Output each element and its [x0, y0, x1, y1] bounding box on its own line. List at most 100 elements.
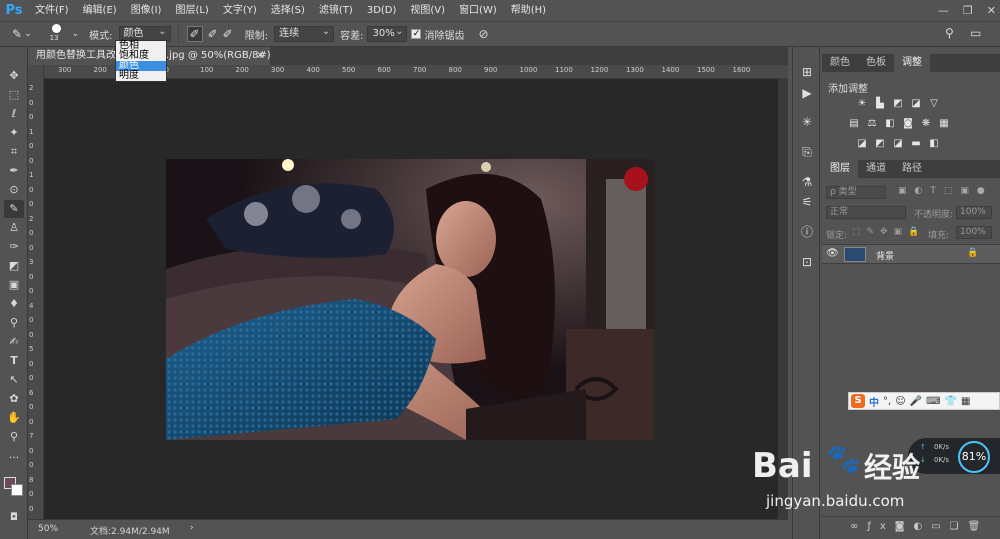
search-icon[interactable]: ⚲	[945, 26, 954, 40]
toolbox-icon[interactable]: ▦	[961, 396, 970, 407]
memory-usage-gauge[interactable]: 81%	[958, 441, 990, 473]
visibility-eye-icon[interactable]: 👁	[826, 248, 839, 259]
clone-source-panel-icon[interactable]: ⎘	[797, 143, 817, 161]
layer-filter-icons[interactable]: ▣◐T⬚▣●	[898, 186, 993, 196]
tab-color[interactable]: 颜色	[822, 54, 858, 72]
close-button[interactable]: ✕	[987, 4, 996, 17]
menu-edit[interactable]: 编辑(E)	[76, 0, 124, 21]
document-image[interactable]	[166, 159, 654, 440]
history-brush-tool-icon[interactable]: ✑	[4, 238, 24, 256]
color-balance-icon[interactable]: ⚖	[866, 118, 878, 129]
lock-icons[interactable]: ⬚✎✥▣🔒	[852, 227, 925, 237]
tab-channels[interactable]: 通道	[858, 160, 894, 178]
vibrance-icon[interactable]: ▽	[928, 98, 940, 109]
layer-filter-select[interactable]: ρ 类型	[826, 186, 886, 199]
hue-saturation-icon[interactable]: ▤	[848, 118, 860, 129]
color-lookup-icon[interactable]: ▦	[938, 118, 950, 129]
channel-mixer-icon[interactable]: ❋	[920, 118, 932, 129]
fill-field[interactable]: 100%	[956, 226, 992, 239]
hand-tool-icon[interactable]: ✋	[4, 409, 24, 427]
restore-button[interactable]: ❐	[963, 4, 973, 17]
menu-type[interactable]: 文字(Y)	[216, 0, 264, 21]
menu-view[interactable]: 视图(V)	[403, 0, 452, 21]
posterize-icon[interactable]: ◩	[874, 138, 886, 149]
skin-icon[interactable]: 👕	[945, 396, 957, 407]
tool-preset-chevron-icon[interactable]: ⌄	[24, 29, 32, 39]
more-tools-icon[interactable]: ···	[4, 449, 24, 467]
workspace-icon[interactable]: ▭	[970, 26, 981, 40]
actions-panel-icon[interactable]: ▶	[797, 84, 817, 102]
menu-window[interactable]: 窗口(W)	[452, 0, 504, 21]
properties-panel-icon[interactable]: ⚟	[797, 193, 817, 211]
tab-paths[interactable]: 路径	[894, 160, 930, 178]
history-panel-icon[interactable]: ⊞	[797, 63, 817, 81]
document-tab-close-icon[interactable]: ×	[256, 47, 264, 65]
levels-icon[interactable]: ▙	[874, 98, 886, 109]
menu-layer[interactable]: 图层(L)	[168, 0, 215, 21]
lasso-tool-icon[interactable]: ℓ	[4, 105, 24, 123]
gradient-map-icon[interactable]: ▬	[910, 138, 922, 149]
tab-layers[interactable]: 图层	[822, 160, 858, 178]
brightness-icon[interactable]: ☀	[856, 98, 868, 109]
menu-select[interactable]: 选择(S)	[264, 0, 312, 21]
status-menu-arrow-icon[interactable]: ›	[190, 523, 194, 533]
zoom-tool-icon[interactable]: ⚲	[4, 428, 24, 446]
dodge-tool-icon[interactable]: ⚲	[4, 314, 24, 332]
tolerance-field[interactable]: 30%	[367, 25, 408, 42]
brush-preset-picker[interactable]: 13	[46, 21, 72, 47]
menu-file[interactable]: 文件(F)	[28, 0, 76, 21]
limit-select[interactable]: 连续	[274, 25, 335, 42]
eyedropper-tool-icon[interactable]: ✒	[4, 162, 24, 180]
ime-punctuation-toggle[interactable]: °,	[883, 396, 891, 407]
vertical-scrollbar[interactable]	[778, 79, 788, 519]
shape-tool-icon[interactable]: ✿	[4, 390, 24, 408]
layer-row-background[interactable]: 👁 背景 🔒	[822, 244, 1000, 264]
info-panel-icon[interactable]: ⓘ	[797, 223, 817, 241]
background-color-swatch[interactable]	[11, 484, 23, 496]
keyboard-icon[interactable]: ⌨	[926, 396, 940, 407]
mode-option-luminosity[interactable]: 明度	[116, 71, 166, 81]
color-replacement-tool-icon[interactable]: ✎	[4, 200, 24, 218]
invert-icon[interactable]: ◪	[856, 138, 868, 149]
move-tool-icon[interactable]: ✥	[4, 67, 24, 85]
healing-tool-icon[interactable]: ⊙	[4, 181, 24, 199]
microphone-icon[interactable]: 🎤	[910, 396, 922, 407]
glyphs-panel-icon[interactable]: ⊡	[797, 253, 817, 271]
layer-name[interactable]: 背景	[876, 249, 894, 262]
tab-swatches[interactable]: 色板	[858, 54, 894, 72]
brush-chevron-icon[interactable]: ⌄	[72, 29, 80, 39]
exposure-icon[interactable]: ◪	[910, 98, 922, 109]
menu-filter[interactable]: 滤镜(T)	[312, 0, 360, 21]
emoji-icon[interactable]: ☺	[895, 396, 905, 407]
eraser-tool-icon[interactable]: ◩	[4, 257, 24, 275]
marquee-tool-icon[interactable]: ⬚	[4, 86, 24, 104]
threshold-icon[interactable]: ◪	[892, 138, 904, 149]
quick-select-tool-icon[interactable]: ✦	[4, 124, 24, 142]
crop-tool-icon[interactable]: ⌗	[4, 143, 24, 161]
antialias-checkbox[interactable]: ✓	[411, 29, 422, 39]
minimize-button[interactable]: —	[938, 4, 949, 17]
selective-color-icon[interactable]: ◧	[928, 138, 940, 149]
quick-mask-icon[interactable]: ◘	[4, 509, 24, 527]
photo-filter-icon[interactable]: ◙	[902, 118, 914, 129]
menu-help[interactable]: 帮助(H)	[504, 0, 553, 21]
ime-language-toggle[interactable]: 中	[869, 394, 879, 409]
curves-icon[interactable]: ◩	[892, 98, 904, 109]
sampling-background-icon[interactable]: ✐	[223, 27, 233, 41]
sampling-continuous-icon[interactable]: ✐	[186, 26, 203, 42]
path-select-tool-icon[interactable]: ↖	[4, 371, 24, 389]
tool-presets-icon[interactable]: ⚗	[797, 173, 817, 191]
opacity-field[interactable]: 100%	[956, 206, 992, 219]
brush-panel-icon[interactable]: ✳	[797, 113, 817, 131]
layer-footer-icons[interactable]: ∞ƒx◙◐▭❏🗑	[850, 521, 989, 532]
tab-adjustments[interactable]: 调整	[894, 54, 930, 72]
blur-tool-icon[interactable]: ♦	[4, 295, 24, 313]
pressure-size-icon[interactable]: ⊘	[478, 27, 488, 41]
blend-mode-select[interactable]: 正常	[826, 206, 906, 219]
gradient-tool-icon[interactable]: ▣	[4, 276, 24, 294]
menu-3d[interactable]: 3D(D)	[360, 0, 404, 21]
pen-tool-icon[interactable]: ✍	[4, 333, 24, 351]
menu-image[interactable]: 图像(I)	[124, 0, 169, 21]
black-white-icon[interactable]: ◧	[884, 118, 896, 129]
type-tool-icon[interactable]: T	[4, 352, 24, 370]
